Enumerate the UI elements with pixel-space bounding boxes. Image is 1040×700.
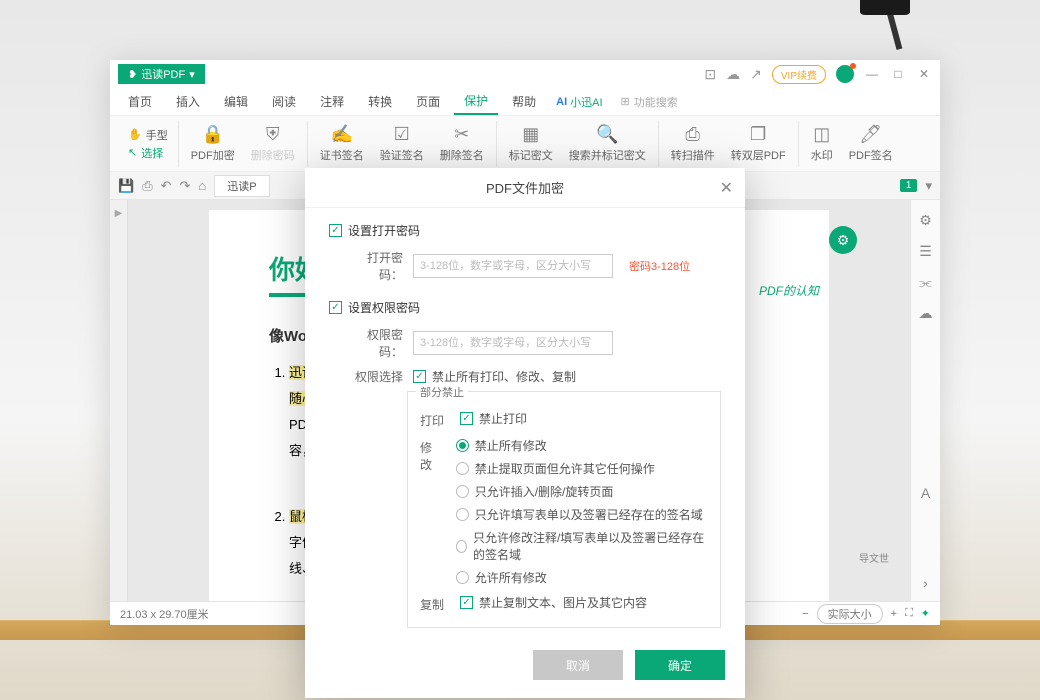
radio-icon <box>456 571 469 584</box>
forbid-all-checkbox[interactable]: 禁止所有打印、修改、复制 <box>413 368 721 385</box>
checkbox-icon <box>460 596 473 609</box>
perm-password-label: 权限密码： <box>345 326 403 360</box>
radio-icon <box>456 462 469 475</box>
permission-password-section[interactable]: 设置权限密码 <box>329 299 721 316</box>
modify-radio-4[interactable]: 只允许修改注释/填写表单以及签署已经存在的签名域 <box>456 529 708 563</box>
modify-options: 禁止所有修改 禁止提取页面但允许其它任何操作 只允许插入/删除/旋转页面 只允许… <box>456 437 708 586</box>
open-password-section[interactable]: 设置打开密码 <box>329 222 721 239</box>
radio-icon <box>456 540 467 553</box>
perm-select-label: 权限选择 <box>345 368 403 385</box>
modify-radio-0[interactable]: 禁止所有修改 <box>456 437 708 454</box>
password-hint: 密码3-128位 <box>629 258 690 274</box>
open-password-label: 打开密码： <box>345 249 403 283</box>
modal-title: PDF文件加密 <box>486 178 564 197</box>
radio-icon <box>456 485 469 498</box>
partial-forbid-fieldset: 部分禁止 打印 禁止打印 修改 禁止所有修改 禁止提取页面但允许其它任何操作 <box>407 391 721 628</box>
open-password-input[interactable] <box>413 254 613 278</box>
modify-radio-3[interactable]: 只允许填写表单以及签署已经存在的签名域 <box>456 506 708 523</box>
ok-button[interactable]: 确定 <box>635 650 725 680</box>
encrypt-modal: PDF文件加密 ✕ 设置打开密码 打开密码： 密码3-128位 设置权限密码 <box>305 168 745 698</box>
cancel-button[interactable]: 取消 <box>533 650 623 680</box>
checkbox-icon[interactable] <box>329 301 342 314</box>
modal-header: PDF文件加密 ✕ <box>305 168 745 208</box>
print-label: 打印 <box>420 410 448 429</box>
perm-password-input[interactable] <box>413 331 613 355</box>
modify-label: 修改 <box>420 437 444 473</box>
modal-close-button[interactable]: ✕ <box>720 178 733 198</box>
modify-radio-2[interactable]: 只允许插入/删除/旋转页面 <box>456 483 708 500</box>
modify-radio-1[interactable]: 禁止提取页面但允许其它任何操作 <box>456 460 708 477</box>
copy-label: 复制 <box>420 594 448 613</box>
checkbox-icon <box>413 370 426 383</box>
checkbox-icon[interactable] <box>329 224 342 237</box>
forbid-copy-checkbox[interactable]: 禁止复制文本、图片及其它内容 <box>460 594 647 611</box>
modal-overlay: PDF文件加密 ✕ 设置打开密码 打开密码： 密码3-128位 设置权限密码 <box>110 60 940 625</box>
fieldset-legend: 部分禁止 <box>416 384 468 400</box>
radio-icon <box>456 439 469 452</box>
app-window: ❥ 迅读PDF ▾ ⊡ ☁ ↗ VIP续费 — □ ✕ 首页 插入 编辑 阅读 … <box>110 60 940 625</box>
modify-radio-5[interactable]: 允许所有修改 <box>456 569 708 586</box>
checkbox-icon <box>460 412 473 425</box>
forbid-print-checkbox[interactable]: 禁止打印 <box>460 410 527 427</box>
radio-icon <box>456 508 469 521</box>
